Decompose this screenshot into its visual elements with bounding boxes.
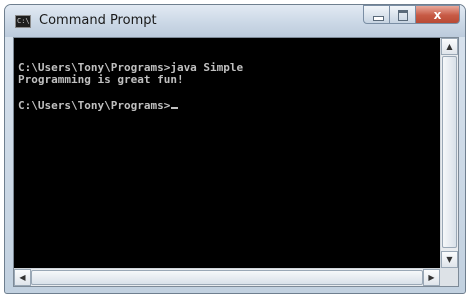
vertical-scroll-thumb[interactable] [442,56,457,248]
console-output[interactable]: C:\Users\Tony\Programs>java Simple Progr… [14,38,440,268]
vertical-scrollbar[interactable]: ▲ ▼ [440,38,458,268]
console-line: Programming is great fun! [18,73,184,86]
minimize-icon [373,16,384,21]
size-grip[interactable] [440,268,458,286]
text-cursor [171,107,179,109]
scroll-right-button[interactable]: ▶ [423,269,440,286]
command-prompt-window: C:\ Command Prompt x C:\Users\Tony\Progr… [4,4,466,294]
scroll-down-button[interactable]: ▼ [441,251,458,268]
maximize-button[interactable] [390,5,416,24]
close-button[interactable]: x [416,5,460,24]
command-prompt-icon[interactable]: C:\ [15,15,31,28]
scroll-left-button[interactable]: ◀ [14,269,31,286]
window-controls: x [363,5,460,25]
scroll-up-button[interactable]: ▲ [441,38,458,55]
horizontal-scroll-thumb[interactable] [31,270,423,285]
horizontal-scrollbar[interactable]: ◀ ▶ [14,268,440,286]
console-prompt: C:\Users\Tony\Programs> [18,99,171,112]
maximize-icon [398,10,408,21]
close-icon: x [433,8,442,22]
window-title: Command Prompt [39,13,157,28]
console-client-area: C:\Users\Tony\Programs>java Simple Progr… [13,37,459,287]
minimize-button[interactable] [363,5,390,24]
title-bar[interactable]: C:\ Command Prompt x [5,5,465,37]
console-prompt-line: C:\Users\Tony\Programs> [18,99,179,112]
